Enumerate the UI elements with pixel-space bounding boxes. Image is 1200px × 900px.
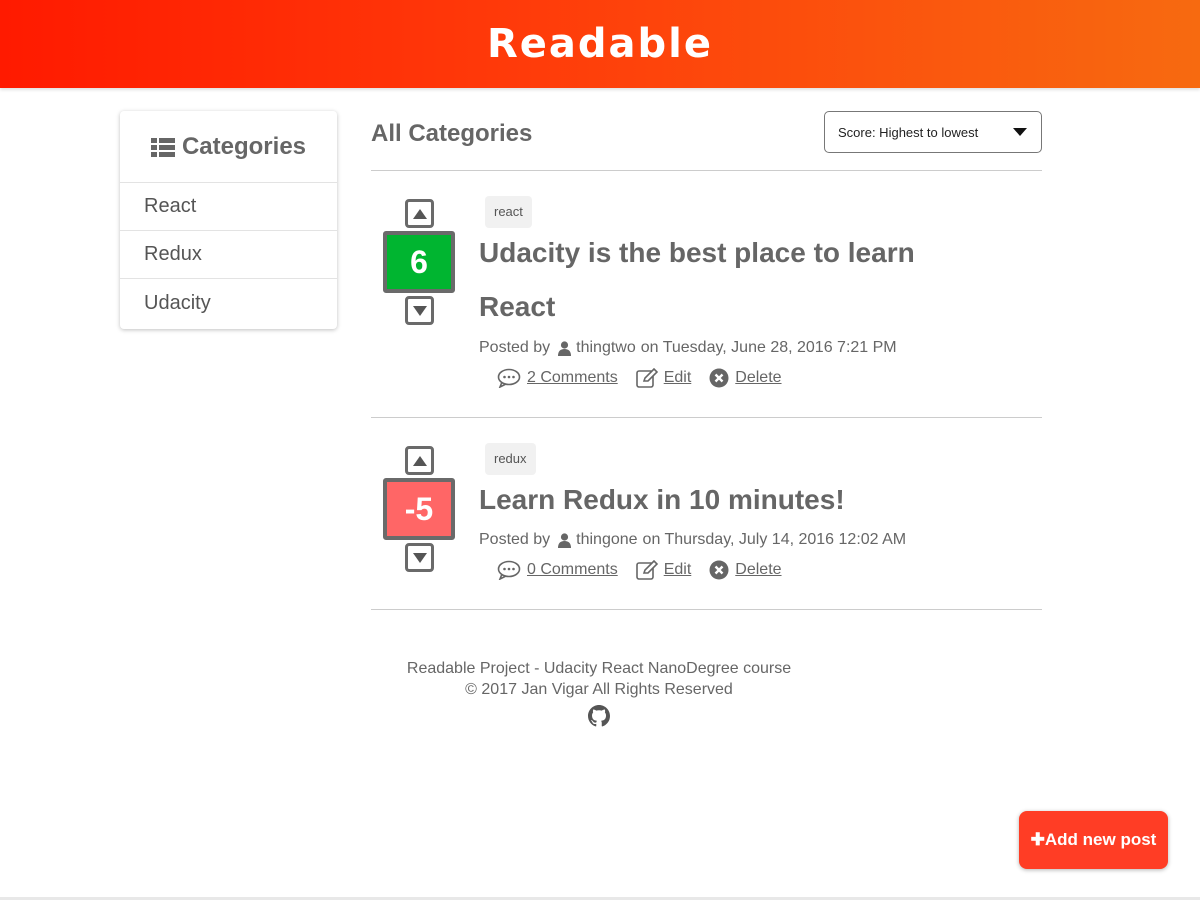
post-author: thingtwo <box>576 339 636 356</box>
category-tag[interactable]: redux <box>485 443 536 475</box>
triangle-up-icon <box>412 208 427 219</box>
vote-controls: -5 <box>383 446 455 572</box>
posted-by-label: Posted by <box>479 531 551 548</box>
post-meta: Posted by thingone on Thursday, July 14,… <box>479 531 906 549</box>
score-value: -5 <box>404 490 434 527</box>
score-value: 6 <box>410 243 428 280</box>
page-title: All Categories <box>371 120 533 147</box>
score-display: -5 <box>383 478 455 540</box>
post-date: on Thursday, July 14, 2016 12:02 AM <box>642 531 907 548</box>
footer-line-2: © 2017 Jan Vigar All Rights Reserved <box>465 681 733 698</box>
post-author: thingone <box>576 531 638 548</box>
post-actions: 2 Comments Edit Delete <box>497 368 800 388</box>
comment-icon <box>497 560 521 580</box>
caret-down-icon <box>1013 128 1027 136</box>
add-post-button[interactable]: ✚Add new post <box>1019 811 1168 869</box>
post-meta: Posted by thingtwo on Tuesday, June 28, … <box>479 339 897 357</box>
edit-link[interactable]: Edit <box>635 560 692 580</box>
footer-line-1: Readable Project - Udacity React NanoDeg… <box>406 660 792 677</box>
triangle-up-icon <box>412 455 427 466</box>
comment-icon <box>497 368 521 388</box>
upvote-button[interactable] <box>405 446 434 475</box>
sidebar-item-udacity[interactable]: Udacity <box>120 279 337 327</box>
score-display: 6 <box>383 231 455 293</box>
categories-header: Categories <box>120 111 337 183</box>
user-icon <box>558 532 572 548</box>
post-date: on Tuesday, June 28, 2016 7:21 PM <box>640 339 897 356</box>
comments-label: 2 Comments <box>527 369 618 386</box>
list-icon <box>150 137 175 157</box>
triangle-down-icon <box>412 552 427 563</box>
categories-title: Categories <box>181 132 307 160</box>
vote-controls: 6 <box>383 199 455 325</box>
upvote-button[interactable] <box>405 199 434 228</box>
post-title[interactable]: Udacity is the best place to learn React <box>479 226 979 334</box>
comments-label: 0 Comments <box>527 561 618 578</box>
categories-panel: Categories React Redux Udacity <box>120 111 337 329</box>
post-title[interactable]: Learn Redux in 10 minutes! <box>479 473 1039 527</box>
sidebar-item-redux[interactable]: Redux <box>120 231 337 279</box>
post-card: -5 redux Learn Redux in 10 minutes! Post… <box>371 418 1042 610</box>
comments-link[interactable]: 2 Comments <box>497 368 618 388</box>
edit-label: Edit <box>663 369 692 386</box>
delete-link[interactable]: Delete <box>709 368 782 388</box>
app-header: Readable <box>0 0 1200 88</box>
github-icon[interactable] <box>588 705 610 727</box>
close-circle-icon <box>709 368 729 388</box>
posted-by-label: Posted by <box>479 339 551 356</box>
posts-toolbar: All Categories Score: Highest to lowest <box>371 110 1042 171</box>
sort-select[interactable]: Score: Highest to lowest <box>824 111 1042 153</box>
triangle-down-icon <box>412 305 427 316</box>
delete-link[interactable]: Delete <box>709 560 782 580</box>
post-actions: 0 Comments Edit Delete <box>497 560 800 580</box>
page-footer: Readable Project - Udacity React NanoDeg… <box>371 658 827 727</box>
category-tag[interactable]: react <box>485 196 532 228</box>
edit-link[interactable]: Edit <box>635 368 692 388</box>
app-title: Readable <box>486 21 714 67</box>
sidebar-item-react[interactable]: React <box>120 183 337 231</box>
delete-label: Delete <box>735 369 782 386</box>
comments-link[interactable]: 0 Comments <box>497 560 618 580</box>
close-circle-icon <box>709 560 729 580</box>
edit-icon <box>635 560 658 580</box>
delete-label: Delete <box>735 561 782 578</box>
posts-section: All Categories Score: Highest to lowest … <box>371 110 1042 610</box>
downvote-button[interactable] <box>405 543 434 572</box>
downvote-button[interactable] <box>405 296 434 325</box>
edit-label: Edit <box>663 561 692 578</box>
edit-icon <box>635 368 658 388</box>
user-icon <box>558 340 572 356</box>
sort-select-value: Score: Highest to lowest <box>838 124 979 140</box>
post-card: 6 react Udacity is the best place to lea… <box>371 171 1042 418</box>
